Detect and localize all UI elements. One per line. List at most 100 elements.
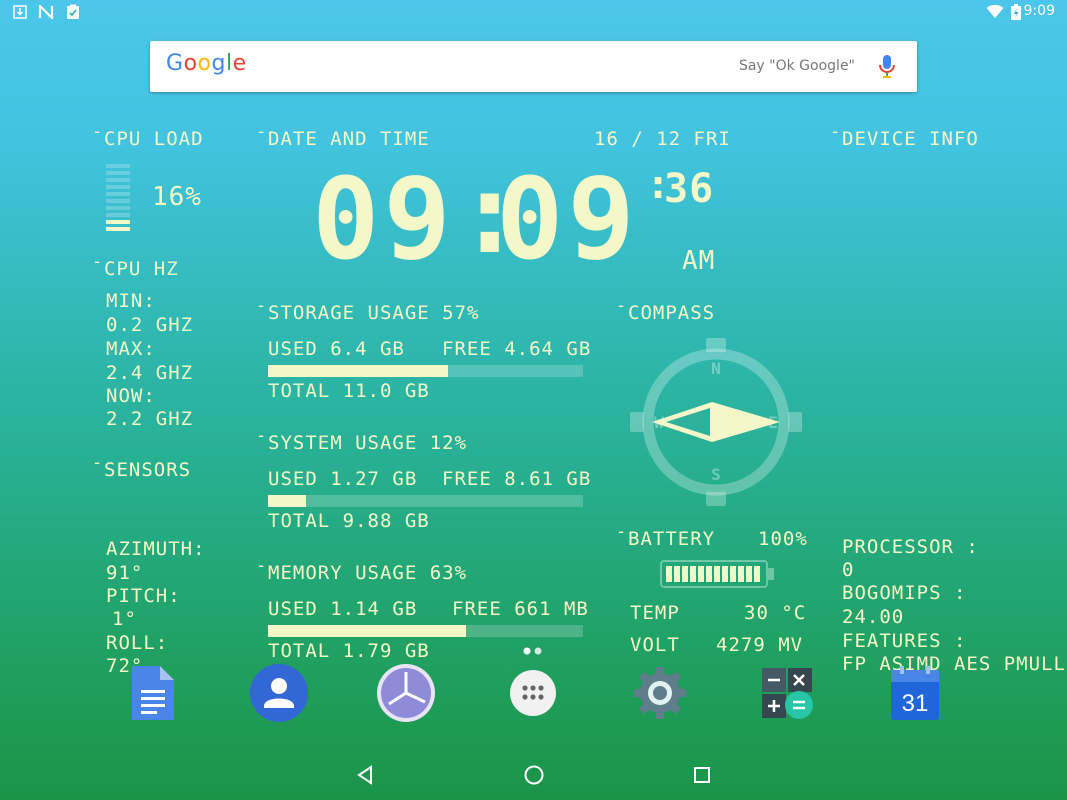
- cpu-meter-segment-off: [106, 213, 130, 217]
- memory-used: USED 1.14 GB: [268, 598, 418, 620]
- cpu-meter-segment-off: [106, 206, 130, 210]
- cpu-meter-segment-off: [106, 192, 130, 196]
- date-text: 16 / 12 FRI: [594, 128, 731, 150]
- processor-label: PROCESSOR :: [842, 536, 979, 558]
- features-value: FP ASIMD AES PMULL: [842, 653, 1066, 675]
- features-label: FEATURES :: [842, 630, 967, 652]
- storage-title: STORAGE USAGE 57%: [256, 296, 479, 324]
- settings-icon[interactable]: [631, 664, 689, 722]
- battery-cell: [690, 566, 696, 582]
- roll-label: ROLL:: [106, 632, 169, 654]
- battery-cell: [730, 566, 736, 582]
- clock-ampm: AM: [682, 246, 716, 276]
- sensors-title: SENSORS: [92, 453, 191, 481]
- cpu-meter-segment-off: [106, 185, 130, 189]
- cpu-min-value: 0.2 GHZ: [106, 314, 194, 336]
- status-time: 9:09: [1023, 3, 1055, 19]
- google-logo: Google: [166, 51, 247, 76]
- storage-used: USED 6.4 GB: [268, 338, 405, 360]
- volt-value: 4279 MV: [716, 634, 804, 656]
- calculator-icon[interactable]: [758, 664, 816, 722]
- system-used: USED 1.27 GB: [268, 468, 418, 490]
- cpu-load-meter: [106, 164, 130, 232]
- clock-minutes: 09: [496, 155, 639, 285]
- status-bar: 9:09: [0, 0, 1067, 24]
- memory-free: FREE 661 MB: [452, 598, 589, 620]
- cpu-meter-segment-off: [106, 164, 130, 168]
- download-icon: [12, 4, 28, 20]
- cpu-meter-segment-on: [106, 220, 130, 224]
- clock-hours: 09: [312, 155, 455, 285]
- battery-gauge: [660, 560, 776, 588]
- battery-cell: [714, 566, 720, 582]
- pitch-label: PITCH:: [106, 585, 181, 607]
- battery-cell: [746, 566, 752, 582]
- battery-tip: [768, 568, 774, 580]
- bogomips-value: 24.00: [842, 606, 905, 628]
- azimuth-value: 91°: [106, 562, 144, 584]
- cpu-meter-segment-off: [106, 178, 130, 182]
- storage-free: FREE 4.64 GB: [442, 338, 592, 360]
- battery-cell: [722, 566, 728, 582]
- cpu-now-label: NOW:: [106, 385, 156, 407]
- voice-search-hint: Say "Ok Google": [738, 58, 855, 74]
- battery-cell: [738, 566, 744, 582]
- memory-title: MEMORY USAGE 63%: [256, 556, 467, 584]
- compass-s: S: [711, 465, 721, 484]
- system-bar: [268, 495, 583, 507]
- google-search-bar[interactable]: Google Say "Ok Google": [150, 41, 917, 92]
- cpu-meter-segment-off: [106, 199, 130, 203]
- cpu-meter-segment-on: [106, 227, 130, 231]
- calendar-day: 31: [902, 690, 929, 717]
- cpu-min-label: MIN:: [106, 290, 156, 312]
- docs-icon[interactable]: [123, 664, 181, 722]
- battery-cell: [682, 566, 688, 582]
- battery-cell: [666, 566, 672, 582]
- wifi-icon: [986, 4, 1004, 20]
- battery-charging-icon: [1010, 4, 1022, 20]
- temp-value: 30 °C: [744, 602, 807, 624]
- app-drawer-icon[interactable]: [504, 664, 562, 722]
- storage-total: TOTAL 11.0 GB: [268, 380, 430, 402]
- cpu-hz-title: CPU HZ: [92, 252, 179, 280]
- cpu-now-value: 2.2 GHZ: [106, 408, 194, 430]
- cpu-load-value: 16%: [152, 182, 202, 212]
- storage-bar-fill: [268, 365, 448, 377]
- system-bar-fill: [268, 495, 306, 507]
- volt-label: VOLT: [630, 634, 680, 656]
- temp-label: TEMP: [630, 602, 680, 624]
- system-total: TOTAL 9.88 GB: [268, 510, 430, 532]
- clock-seconds: 36: [664, 166, 715, 212]
- clock-icon[interactable]: [377, 664, 435, 722]
- memory-bar-fill: [268, 625, 467, 637]
- battery-cell: [754, 566, 760, 582]
- processor-value: 0: [842, 559, 855, 581]
- home-icon[interactable]: [519, 760, 549, 790]
- compass-needle: [652, 402, 780, 442]
- device-info-title: DEVICE INFO: [830, 122, 979, 150]
- cpu-max-label: MAX:: [106, 338, 156, 360]
- azimuth-label: AZIMUTH:: [106, 538, 206, 560]
- memory-bar: [268, 625, 583, 637]
- battery-cell: [706, 566, 712, 582]
- contacts-icon[interactable]: [250, 664, 308, 722]
- compass-title: COMPASS: [616, 296, 715, 324]
- pitch-value: 1°: [112, 608, 137, 630]
- system-title: SYSTEM USAGE 12%: [256, 426, 467, 454]
- bogomips-label: BOGOMIPS :: [842, 582, 967, 604]
- cpu-max-value: 2.4 GHZ: [106, 362, 194, 384]
- calendar-icon[interactable]: 31: [886, 664, 944, 722]
- back-icon[interactable]: [350, 760, 380, 790]
- cpu-load-title: CPU LOAD: [92, 122, 204, 150]
- recents-icon[interactable]: [687, 760, 717, 790]
- battery-cell: [674, 566, 680, 582]
- storage-bar: [268, 365, 583, 377]
- microphone-icon[interactable]: [877, 53, 897, 81]
- date-time-title: DATE AND TIME: [256, 122, 430, 150]
- page-indicator: [522, 640, 546, 655]
- clipboard-icon: [65, 4, 81, 20]
- compass-dial: N S W E: [626, 334, 806, 514]
- memory-total: TOTAL 1.79 GB: [268, 640, 430, 662]
- cpu-meter-segment-off: [106, 171, 130, 175]
- battery-percent: 100%: [758, 528, 808, 550]
